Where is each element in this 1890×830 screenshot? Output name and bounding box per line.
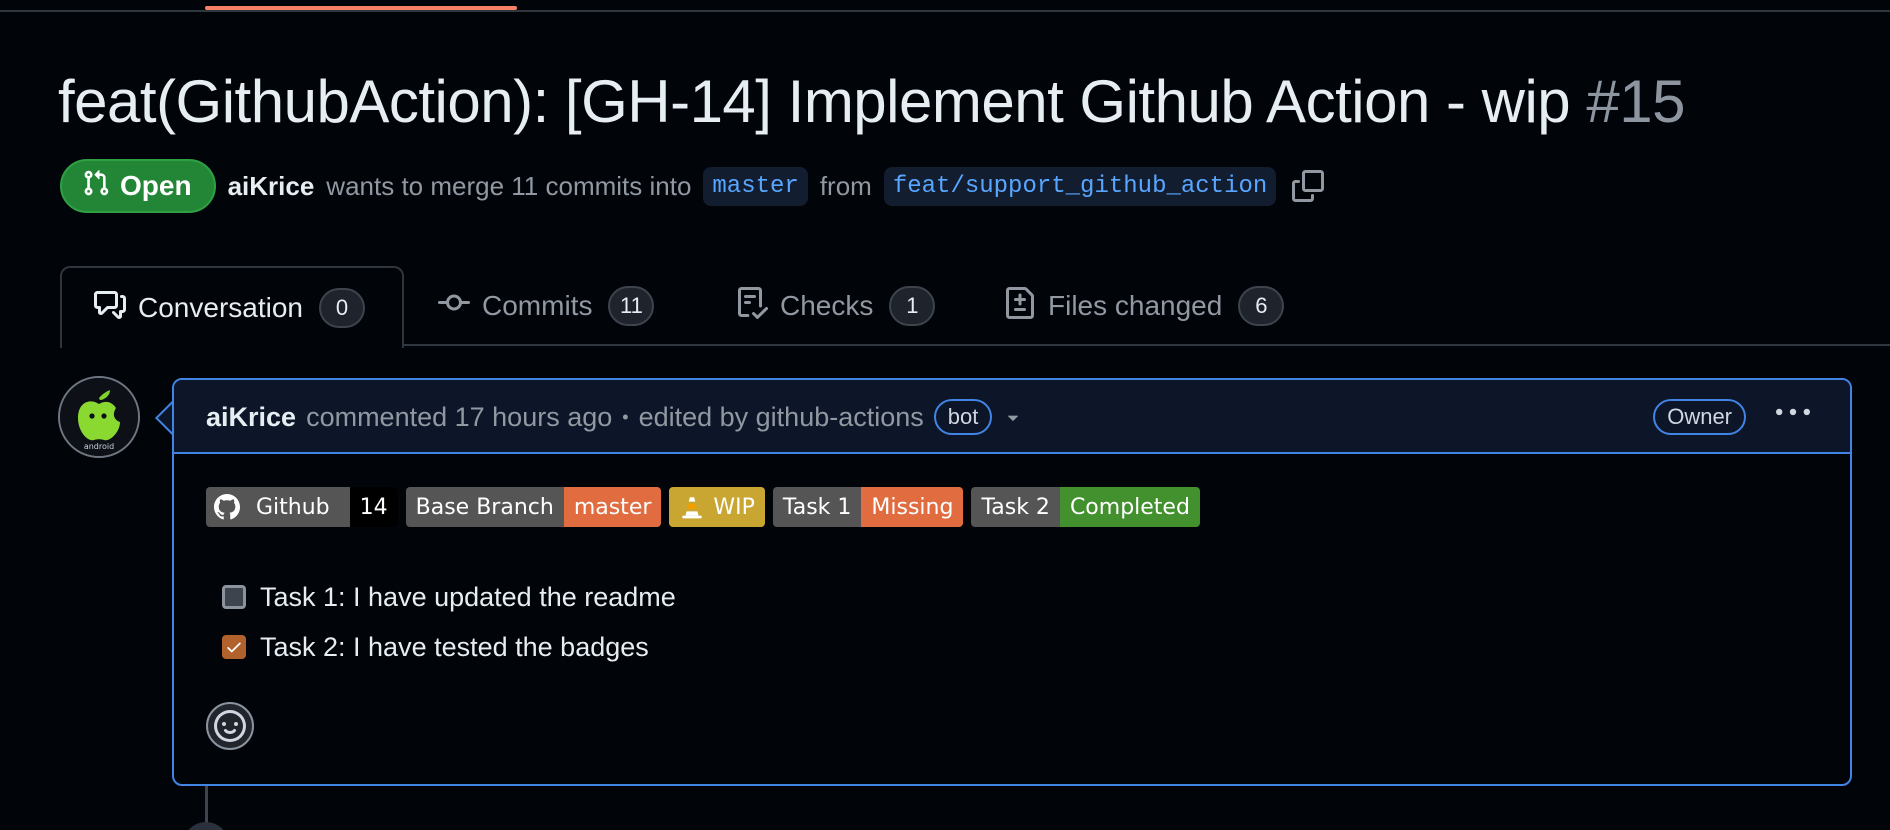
timeline-badge	[183, 822, 229, 830]
git-pull-request-icon	[82, 168, 110, 205]
avatar-caption: android	[84, 442, 114, 451]
git-commit-icon	[438, 287, 470, 326]
tab-conversation[interactable]: Conversation 0	[60, 266, 404, 348]
badge-task-1-value: Missing	[861, 487, 964, 527]
task-1-text: Task 1: I have updated the readme	[260, 581, 676, 612]
comment-options-button[interactable]	[1776, 396, 1810, 438]
task-2-text: Task 2: I have tested the badges	[260, 631, 649, 662]
badge-base-branch-label: Base Branch	[405, 487, 564, 527]
tab-files-changed-count: 6	[1238, 286, 1285, 326]
bot-label: bot	[933, 399, 993, 435]
tab-conversation-label: Conversation	[138, 292, 303, 323]
tab-commits[interactable]: Commits 11	[438, 266, 655, 346]
from-text: from	[819, 170, 872, 201]
copy-icon	[1292, 170, 1325, 202]
tab-checks-count: 1	[889, 286, 936, 326]
top-divider	[0, 10, 1890, 12]
task-item-2: Task 2: I have tested the badges	[222, 622, 676, 672]
comment-header: aiKrice commented 17 hours ago • edited …	[174, 380, 1850, 454]
task-1-checkbox[interactable]	[222, 585, 246, 609]
badge-wip[interactable]: WIP	[669, 487, 765, 527]
comment-author-link[interactable]: aiKrice	[206, 402, 296, 433]
task-item-1: Task 1: I have updated the readme	[222, 572, 676, 622]
pr-title-text: feat(GithubAction): [GH-14] Implement Gi…	[58, 68, 1571, 135]
tab-files-changed-label: Files changed	[1048, 290, 1223, 321]
badge-task-2[interactable]: Task 2 Completed	[971, 487, 1200, 527]
badge-task-1[interactable]: Task 1 Missing	[772, 487, 964, 527]
traffic-cone-icon	[682, 497, 703, 519]
merge-text: wants to merge 11 commits into	[326, 170, 692, 201]
check-icon	[227, 642, 241, 653]
pr-author-link[interactable]: aiKrice	[228, 171, 315, 202]
tab-files-changed[interactable]: Files changed 6	[1004, 266, 1285, 346]
tab-commits-label: Commits	[482, 290, 593, 321]
badge-wip-icon-segment	[669, 487, 712, 527]
smiley-icon	[214, 710, 246, 742]
top-tab-indicator	[205, 6, 517, 10]
base-branch-link[interactable]: master	[703, 166, 808, 206]
badge-github[interactable]: Github 14	[206, 487, 398, 527]
pr-page: feat(GithubAction): [GH-14] Implement Gi…	[0, 0, 1890, 830]
edit-history-dropdown[interactable]	[1002, 406, 1024, 428]
pr-meta-row: Open aiKrice wants to merge 11 commits i…	[60, 157, 1325, 215]
badge-task-2-label: Task 2	[971, 487, 1060, 527]
state-badge: Open	[60, 159, 216, 213]
badge-base-branch-value: master	[563, 487, 662, 527]
android-apple-logo-icon: android	[60, 378, 138, 456]
badge-row: Github 14 Base Branch master WIP Task 1 …	[206, 487, 1200, 527]
edited-by-text[interactable]: edited by github-actions	[639, 402, 924, 433]
pr-number: #15	[1586, 68, 1685, 135]
badge-task-1-label: Task 1	[772, 487, 862, 527]
state-label: Open	[120, 170, 192, 201]
checklist-icon	[736, 286, 769, 326]
tab-checks-label: Checks	[780, 290, 874, 321]
task-list: Task 1: I have updated the readme Task 2…	[222, 572, 676, 672]
avatar[interactable]: android	[58, 376, 140, 458]
badge-task-2-value: Completed	[1059, 487, 1200, 527]
file-diff-icon	[1004, 286, 1036, 326]
add-reaction-button[interactable]	[206, 702, 254, 750]
badge-wip-value: WIP	[711, 487, 765, 527]
triangle-down-icon	[1008, 415, 1019, 421]
comment-discussion-icon	[94, 289, 126, 328]
tab-checks[interactable]: Checks 1	[736, 266, 936, 346]
comment-header-left: aiKrice commented 17 hours ago • edited …	[206, 380, 1024, 454]
head-branch-link[interactable]: feat/support_github_action	[883, 166, 1277, 206]
tab-commits-count: 11	[608, 286, 655, 326]
comment-timestamp[interactable]: commented 17 hours ago	[306, 402, 612, 433]
comment-card: aiKrice commented 17 hours ago • edited …	[172, 378, 1852, 786]
copy-branch-button[interactable]	[1292, 170, 1325, 202]
github-mark-icon	[214, 494, 240, 520]
tab-conversation-count: 0	[318, 288, 365, 328]
kebab-horizontal-icon	[1776, 408, 1810, 416]
pr-title: feat(GithubAction): [GH-14] Implement Gi…	[58, 62, 1685, 142]
badge-github-label-segment: Github	[206, 487, 350, 527]
badge-base-branch[interactable]: Base Branch master	[405, 487, 662, 527]
owner-label: Owner	[1653, 399, 1746, 435]
badge-github-value: 14	[349, 487, 398, 527]
comment-header-right: Owner	[1653, 380, 1810, 454]
separator-dot: •	[622, 406, 629, 427]
badge-github-label: Github	[256, 494, 330, 520]
task-2-checkbox[interactable]	[222, 635, 246, 659]
